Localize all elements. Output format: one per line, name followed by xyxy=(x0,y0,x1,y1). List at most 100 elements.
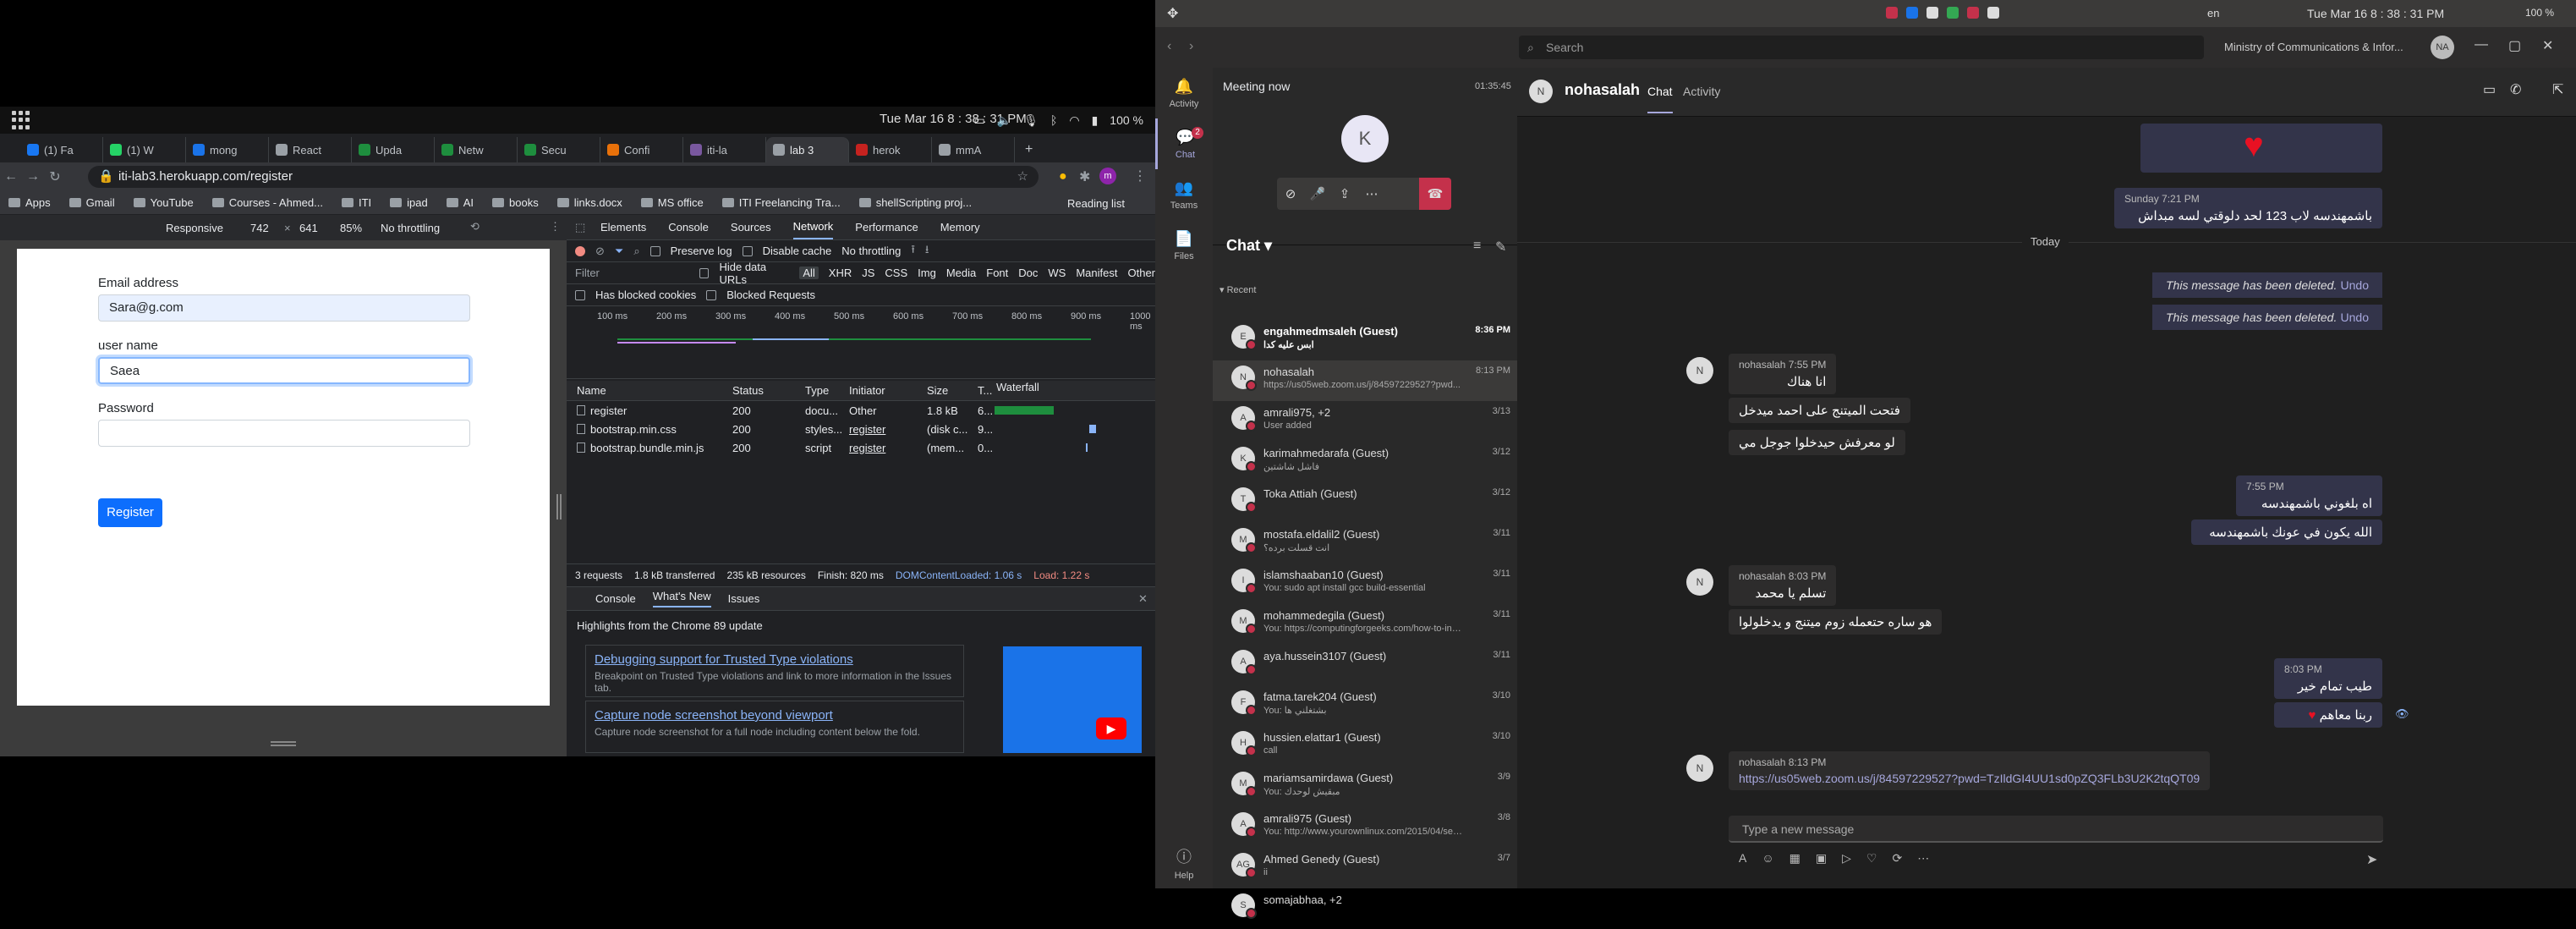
back-icon[interactable]: ‹ xyxy=(1167,39,1171,54)
app-grid-icon[interactable] xyxy=(12,111,30,129)
hide-data-urls-checkbox[interactable] xyxy=(699,267,710,278)
browser-tab[interactable]: (1) W xyxy=(103,137,186,162)
chat-list-item[interactable]: Aaya.hussein3107 (Guest) 3/11 xyxy=(1213,645,1517,685)
chat-list-item[interactable]: Mmostafa.eldalil2 (Guest) انت قسلت برده؟ 3… xyxy=(1213,523,1517,563)
browser-tab[interactable]: mmA xyxy=(932,137,1015,162)
disable-cache-checkbox[interactable] xyxy=(742,245,753,256)
devtools-tab[interactable]: Sources xyxy=(731,216,771,239)
column-header[interactable]: Name xyxy=(567,384,727,397)
bookmark-item[interactable]: AI xyxy=(446,196,474,209)
message-composer[interactable]: Type a new message xyxy=(1729,816,2383,843)
browser-tab[interactable]: lab 3 xyxy=(766,137,849,162)
rotate-icon[interactable]: ⟲ xyxy=(470,220,480,234)
column-header[interactable]: Size xyxy=(922,384,974,397)
chat-list-item[interactable]: Kkarimahmedarafa (Guest) فاشل شاشتين 3/12 xyxy=(1213,442,1517,482)
bookmark-item[interactable]: YouTube xyxy=(133,196,194,209)
card-title[interactable]: Capture node screenshot beyond viewport xyxy=(595,708,955,723)
devtools-tab[interactable]: Elements xyxy=(600,216,646,239)
browser-tab[interactable]: herok xyxy=(849,137,932,162)
device-height[interactable]: 641 xyxy=(299,222,318,234)
forward-icon[interactable]: › xyxy=(1189,39,1193,54)
rail-help[interactable]: ⓘ Help xyxy=(1155,838,1213,888)
chat-list-item[interactable]: Eengahmedmsaleh (Guest) ابس عليه كدا 8:36 … xyxy=(1213,320,1517,360)
type-filter[interactable]: XHR xyxy=(829,267,852,279)
tray-app-icon[interactable] xyxy=(1967,7,1979,19)
export-icon[interactable]: ⭳ xyxy=(925,242,929,261)
profile-avatar[interactable]: m xyxy=(1099,168,1116,184)
filter-icon[interactable]: ⏷ xyxy=(615,245,623,258)
preserve-log-checkbox[interactable] xyxy=(649,245,660,256)
devtools-tab[interactable]: Memory xyxy=(940,216,980,239)
bookmark-item[interactable]: ITI xyxy=(341,196,371,209)
send-icon[interactable]: ➤ xyxy=(2366,851,2377,868)
reading-list[interactable]: Reading list xyxy=(1067,197,1125,210)
tray-app-icon[interactable] xyxy=(1927,7,1938,19)
bookmark-item[interactable]: shellScripting proj... xyxy=(858,196,972,209)
zoom-link[interactable]: https://us05web.zoom.us/j/84597229527?pw… xyxy=(1739,772,2200,785)
type-filter[interactable]: Img xyxy=(918,267,936,279)
share-icon[interactable]: ⇪ xyxy=(1331,178,1358,210)
chat-list-item[interactable]: Nnohasalah https://us05web.zoom.us/j/8459… xyxy=(1213,360,1517,401)
device-mode-select[interactable]: Responsive xyxy=(166,222,223,234)
devtools-tab[interactable]: Console xyxy=(668,216,709,239)
undo-link[interactable]: Undo xyxy=(2341,278,2369,292)
bookmark-item[interactable]: books xyxy=(492,196,539,209)
chat-list-item[interactable]: Iislamshaaban10 (Guest) You: sudo apt ins… xyxy=(1213,563,1517,604)
reload-icon[interactable]: ↻ xyxy=(44,168,66,185)
device-width[interactable]: 742 xyxy=(250,222,269,234)
network-throttle-select[interactable]: No throttling xyxy=(841,245,901,257)
inspect-icon[interactable]: ⬚ xyxy=(575,221,585,234)
close-icon[interactable]: ✕ xyxy=(2542,37,2553,54)
type-filter[interactable]: WS xyxy=(1048,267,1066,279)
chat-list-item[interactable]: Mmohammedegila (Guest) You: https://compu… xyxy=(1213,604,1517,645)
filter-input[interactable]: Filter xyxy=(575,267,689,279)
blocked-cookies-checkbox[interactable] xyxy=(575,289,585,300)
browser-tab[interactable]: mong xyxy=(186,137,269,162)
blocked-requests-checkbox[interactable] xyxy=(706,289,717,300)
throttle-select[interactable]: No throttling xyxy=(381,222,440,234)
drawer-tab[interactable]: What's New xyxy=(652,590,711,607)
chat-list-item[interactable]: T Toka Attiah (Guest) 3/12 xyxy=(1213,482,1517,523)
video-thumbnail[interactable]: ▶ xyxy=(1003,646,1142,753)
new-chat-icon[interactable]: ✎ xyxy=(1495,239,1506,256)
rail-teams[interactable]: 👥 Teams xyxy=(1155,169,1213,220)
bookmark-item[interactable]: MS office xyxy=(640,196,704,209)
tray-app-icon[interactable] xyxy=(1987,7,1999,19)
rail-chat[interactable]: 💬 Chat 2 xyxy=(1155,118,1213,169)
format-icon[interactable]: A xyxy=(1739,851,1746,866)
type-filter[interactable]: Media xyxy=(946,267,976,279)
register-button[interactable]: Register xyxy=(98,498,162,527)
bookmark-item[interactable]: Apps xyxy=(8,196,51,209)
browser-tab[interactable]: Upda xyxy=(352,137,435,162)
star-icon[interactable]: ☆ xyxy=(1017,166,1028,188)
chat-list-item[interactable]: Hhussien.elattar1 (Guest) call 3/10 xyxy=(1213,726,1517,767)
extensions-icon[interactable]: ✱ xyxy=(1079,168,1090,185)
chat-list-item[interactable]: Aamrali975, +2 User added 3/13 xyxy=(1213,401,1517,442)
type-filter[interactable]: JS xyxy=(862,267,874,279)
tray-app-icon[interactable] xyxy=(1886,7,1898,19)
maximize-icon[interactable]: ▢ xyxy=(2508,37,2521,54)
bookmark-item[interactable]: Courses - Ahmed... xyxy=(211,196,323,209)
chat-list-item[interactable]: Ssomajabhaa, +2 xyxy=(1213,888,1517,929)
import-icon[interactable]: ⭱ xyxy=(911,242,915,261)
browser-tab[interactable]: (1) Fa xyxy=(20,137,103,162)
gif-icon[interactable]: ▦ xyxy=(1789,851,1800,866)
table-row[interactable]: register 200 docu... Other 1.8 kB 6... xyxy=(567,401,1155,420)
chat-list-item[interactable]: Aamrali975 (Guest) You: http://www.yourow… xyxy=(1213,807,1517,848)
new-tab-button[interactable]: + xyxy=(1015,137,1043,162)
clear-icon[interactable]: ⊘ xyxy=(595,245,605,258)
whats-new-card[interactable]: Debugging support for Trusted Type viola… xyxy=(585,645,964,697)
column-header[interactable]: T... xyxy=(974,384,992,397)
system-tray[interactable]: ▭ 🔈 🎙 ᛒ ◠ ▮ 100 % xyxy=(974,107,1144,134)
record-icon[interactable] xyxy=(575,245,585,256)
more-icon[interactable]: ⋯ xyxy=(1917,851,1929,866)
tray-app-icon[interactable] xyxy=(1947,7,1959,19)
network-overview-timeline[interactable]: 100 ms 200 ms 300 ms 400 ms 500 ms 600 ms 700 … xyxy=(567,308,1155,379)
column-header[interactable]: Type xyxy=(800,384,844,397)
drawer-close-icon[interactable]: ✕ xyxy=(1138,592,1148,606)
tab-activity[interactable]: Activity xyxy=(1683,85,1720,98)
column-header[interactable]: Waterfall xyxy=(991,381,1155,400)
search-input[interactable]: ⌕ Search xyxy=(1519,36,2204,59)
chat-list-item[interactable]: AG Ahmed Genedy (Guest) ii 3/7 xyxy=(1213,848,1517,888)
type-filter[interactable]: Other xyxy=(1127,267,1155,279)
